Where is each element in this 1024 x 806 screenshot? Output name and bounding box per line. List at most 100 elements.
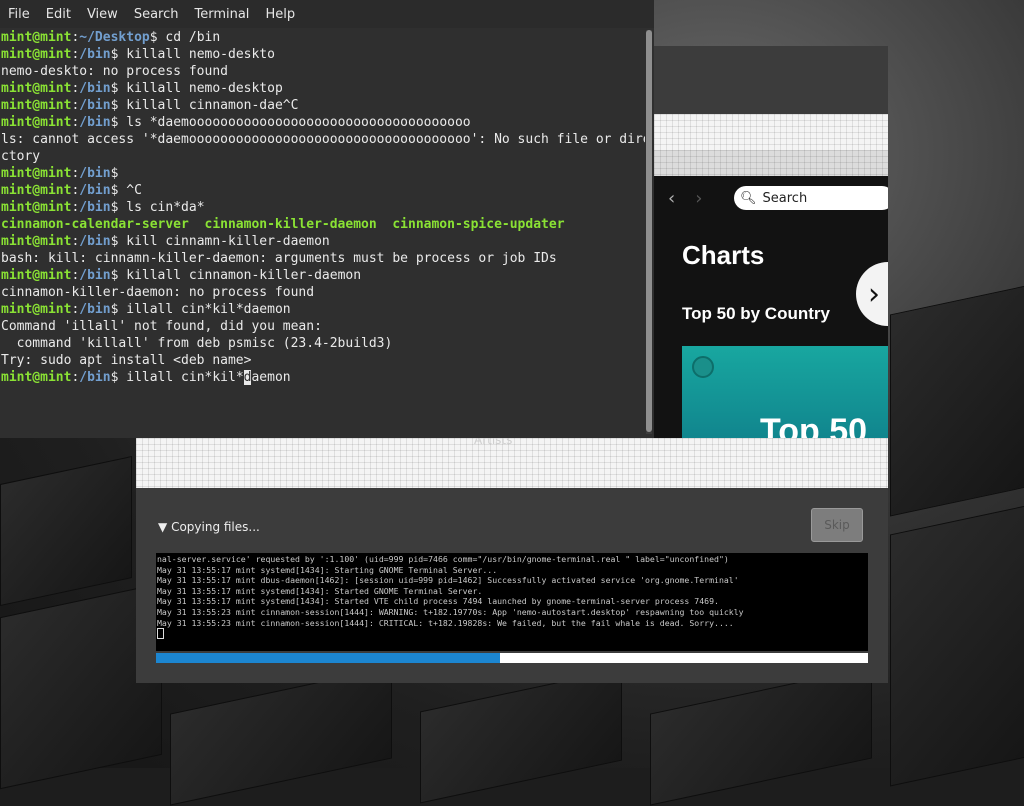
slideshow-pattern (654, 114, 888, 150)
prompt-path: /bin (79, 98, 111, 113)
spotify-search-box: 🔍︎ Search (734, 186, 888, 210)
prompt-path: /bin (79, 200, 111, 215)
prompt-command: killall nemo-desktop (126, 81, 283, 96)
skip-button[interactable]: Skip (811, 508, 863, 542)
chevron-left-icon: ‹ (668, 188, 676, 209)
prompt-user: mint@mint (1, 115, 72, 130)
prompt-command: ^C (126, 183, 142, 198)
prompt-command: killall cinnamon-dae^C (126, 98, 299, 113)
spotify-subheading: Top 50 by Country (682, 304, 830, 323)
terminal-output[interactable]: mint@mint:~/Desktop$ cd /bin mint@mint:/b… (1, 29, 645, 435)
prompt-path: /bin (79, 115, 111, 130)
log-line: nal-server.service' requested by ':1.100… (157, 554, 729, 564)
spotify-logo-icon (692, 356, 714, 378)
prompt-command: ls cin*da* (126, 200, 205, 215)
terminal-line: command 'killall' from deb psmisc (23.4-… (1, 336, 393, 351)
prompt-user: mint@mint (1, 234, 72, 249)
menu-file[interactable]: File (0, 7, 38, 22)
spotify-playlist-card: Top 50 (682, 346, 888, 444)
terminal-line: ctory (1, 149, 41, 164)
terminal-line: nemo-deskto: no process found (1, 64, 228, 79)
prompt-command: kill cinnamn-killer-daemon (126, 234, 330, 249)
background-cube (420, 668, 622, 804)
terminal-line: mint@mint:/bin$ illall cin*kil*daemon (1, 302, 291, 317)
prompt-path: /bin (79, 268, 111, 283)
prompt-command: ls *daemoooooooooooooooooooooooooooooooo… (126, 115, 471, 130)
log-cursor (157, 628, 164, 640)
search-icon: 🔍︎ (740, 190, 757, 206)
prompt-user: mint@mint (1, 183, 72, 198)
terminal-line: cinnamon-calendar-server cinnamon-killer… (1, 216, 645, 233)
prompt-path: /bin (79, 47, 111, 62)
menu-search[interactable]: Search (126, 7, 187, 22)
menu-view[interactable]: View (79, 7, 126, 22)
background-cube (890, 285, 1024, 517)
prompt-user: mint@mint (1, 302, 72, 317)
menu-edit[interactable]: Edit (38, 7, 79, 22)
terminal-scrollbar[interactable] (646, 30, 652, 434)
terminal-line: mint@mint:/bin$ ls *daemoooooooooooooooo… (1, 115, 471, 130)
prompt-user: mint@mint (1, 200, 72, 215)
prompt-path: /bin (79, 302, 111, 317)
spotify-heading: Charts (682, 240, 765, 270)
chevron-right-icon: › (856, 262, 888, 326)
copying-files-label: Copying files... (171, 520, 260, 534)
prompt-command: killall nemo-deskto (126, 47, 275, 62)
prompt-path: /bin (79, 166, 111, 181)
menu-help[interactable]: Help (257, 7, 303, 22)
terminal-line: mint@mint:/bin$ ls cin*da* (1, 200, 205, 215)
terminal-line: mint@mint:/bin$ killall nemo-deskto (1, 47, 275, 62)
prompt-user: mint@mint (1, 47, 72, 62)
terminal-line: Command 'illall' not found, did you mean… (1, 319, 322, 334)
install-log: nal-server.service' requested by ':1.100… (156, 553, 868, 651)
log-line: May 31 13:55:17 mint systemd[1434]: Star… (157, 564, 498, 575)
prompt-command: aemon (251, 370, 291, 385)
prompt-user: mint@mint (1, 268, 72, 283)
terminal-menubar: File Edit View Search Terminal Help (0, 0, 654, 28)
terminal-line: Try: sudo apt install <deb name> (1, 353, 252, 368)
menu-terminal[interactable]: Terminal (186, 7, 257, 22)
prompt-user: mint@mint (1, 166, 72, 181)
triangle-down-icon: ▼ (158, 520, 168, 534)
log-line: May 31 13:55:23 mint cinnamon-session[14… (157, 617, 734, 628)
terminal-scrollbar-thumb[interactable] (646, 30, 652, 432)
spotify-nav: ‹ › (668, 188, 722, 209)
terminal-line: mint@mint:/bin$ illall cin*kil*daemon (1, 370, 291, 385)
install-progress-bar (156, 653, 868, 663)
prompt-user: mint@mint (1, 81, 72, 96)
prompt-command: cd /bin (165, 30, 221, 45)
log-line: May 31 13:55:17 mint dbus-daemon[1462]: … (157, 575, 739, 586)
spotify-slideshow: ‹ › 🔍︎ Search Charts Top 50 by Country › … (654, 176, 888, 444)
terminal-line: mint@mint:/bin$ kill cinnamn-killer-daem… (1, 234, 330, 249)
background-cube (890, 505, 1024, 787)
log-line: May 31 13:55:17 mint systemd[1434]: Star… (157, 585, 483, 596)
install-progress-fill (156, 653, 500, 663)
terminal-window[interactable]: File Edit View Search Terminal Help mint@mint… (0, 0, 654, 438)
log-line: May 31 13:55:23 mint cinnamon-session[14… (157, 606, 744, 617)
terminal-line: cinnamon-killer-daemon: no process found (1, 285, 315, 300)
spotify-search-placeholder: Search (762, 190, 808, 206)
chevron-right-icon: › (695, 188, 703, 209)
background-cube (0, 455, 132, 607)
terminal-line: bash: kill: cinnamn-killer-daemon: argum… (1, 251, 557, 266)
slideshow-toolbar (654, 150, 888, 176)
prompt-path: /bin (79, 370, 111, 385)
copying-files-expander[interactable]: ▼ Copying files... (158, 520, 260, 534)
prompt-path: ~/Desktop (79, 30, 150, 45)
background-cube (650, 666, 872, 806)
prompt-path: /bin (79, 183, 111, 198)
prompt-command: killall cinnamon-killer-daemon (126, 268, 362, 283)
terminal-line: mint@mint:/bin$ ^C (1, 183, 142, 198)
prompt-command: illall cin*kil* (126, 370, 244, 385)
terminal-line: mint@mint:/bin$ (1, 166, 127, 181)
prompt-user: mint@mint (1, 30, 72, 45)
log-line: May 31 13:55:17 mint systemd[1434]: Star… (157, 596, 719, 607)
prompt-command: illall cin*kil*daemon (126, 302, 291, 317)
prompt-user: mint@mint (1, 98, 72, 113)
background-cube (170, 666, 392, 806)
terminal-line: mint@mint:/bin$ killall cinnamon-killer-… (1, 268, 362, 283)
terminal-line: mint@mint:/bin$ killall nemo-desktop (1, 81, 283, 96)
prompt-path: /bin (79, 81, 111, 96)
terminal-line: mint@mint:~/Desktop$ cd /bin (1, 30, 221, 45)
terminal-line: mint@mint:/bin$ killall cinnamon-dae^C (1, 98, 299, 113)
